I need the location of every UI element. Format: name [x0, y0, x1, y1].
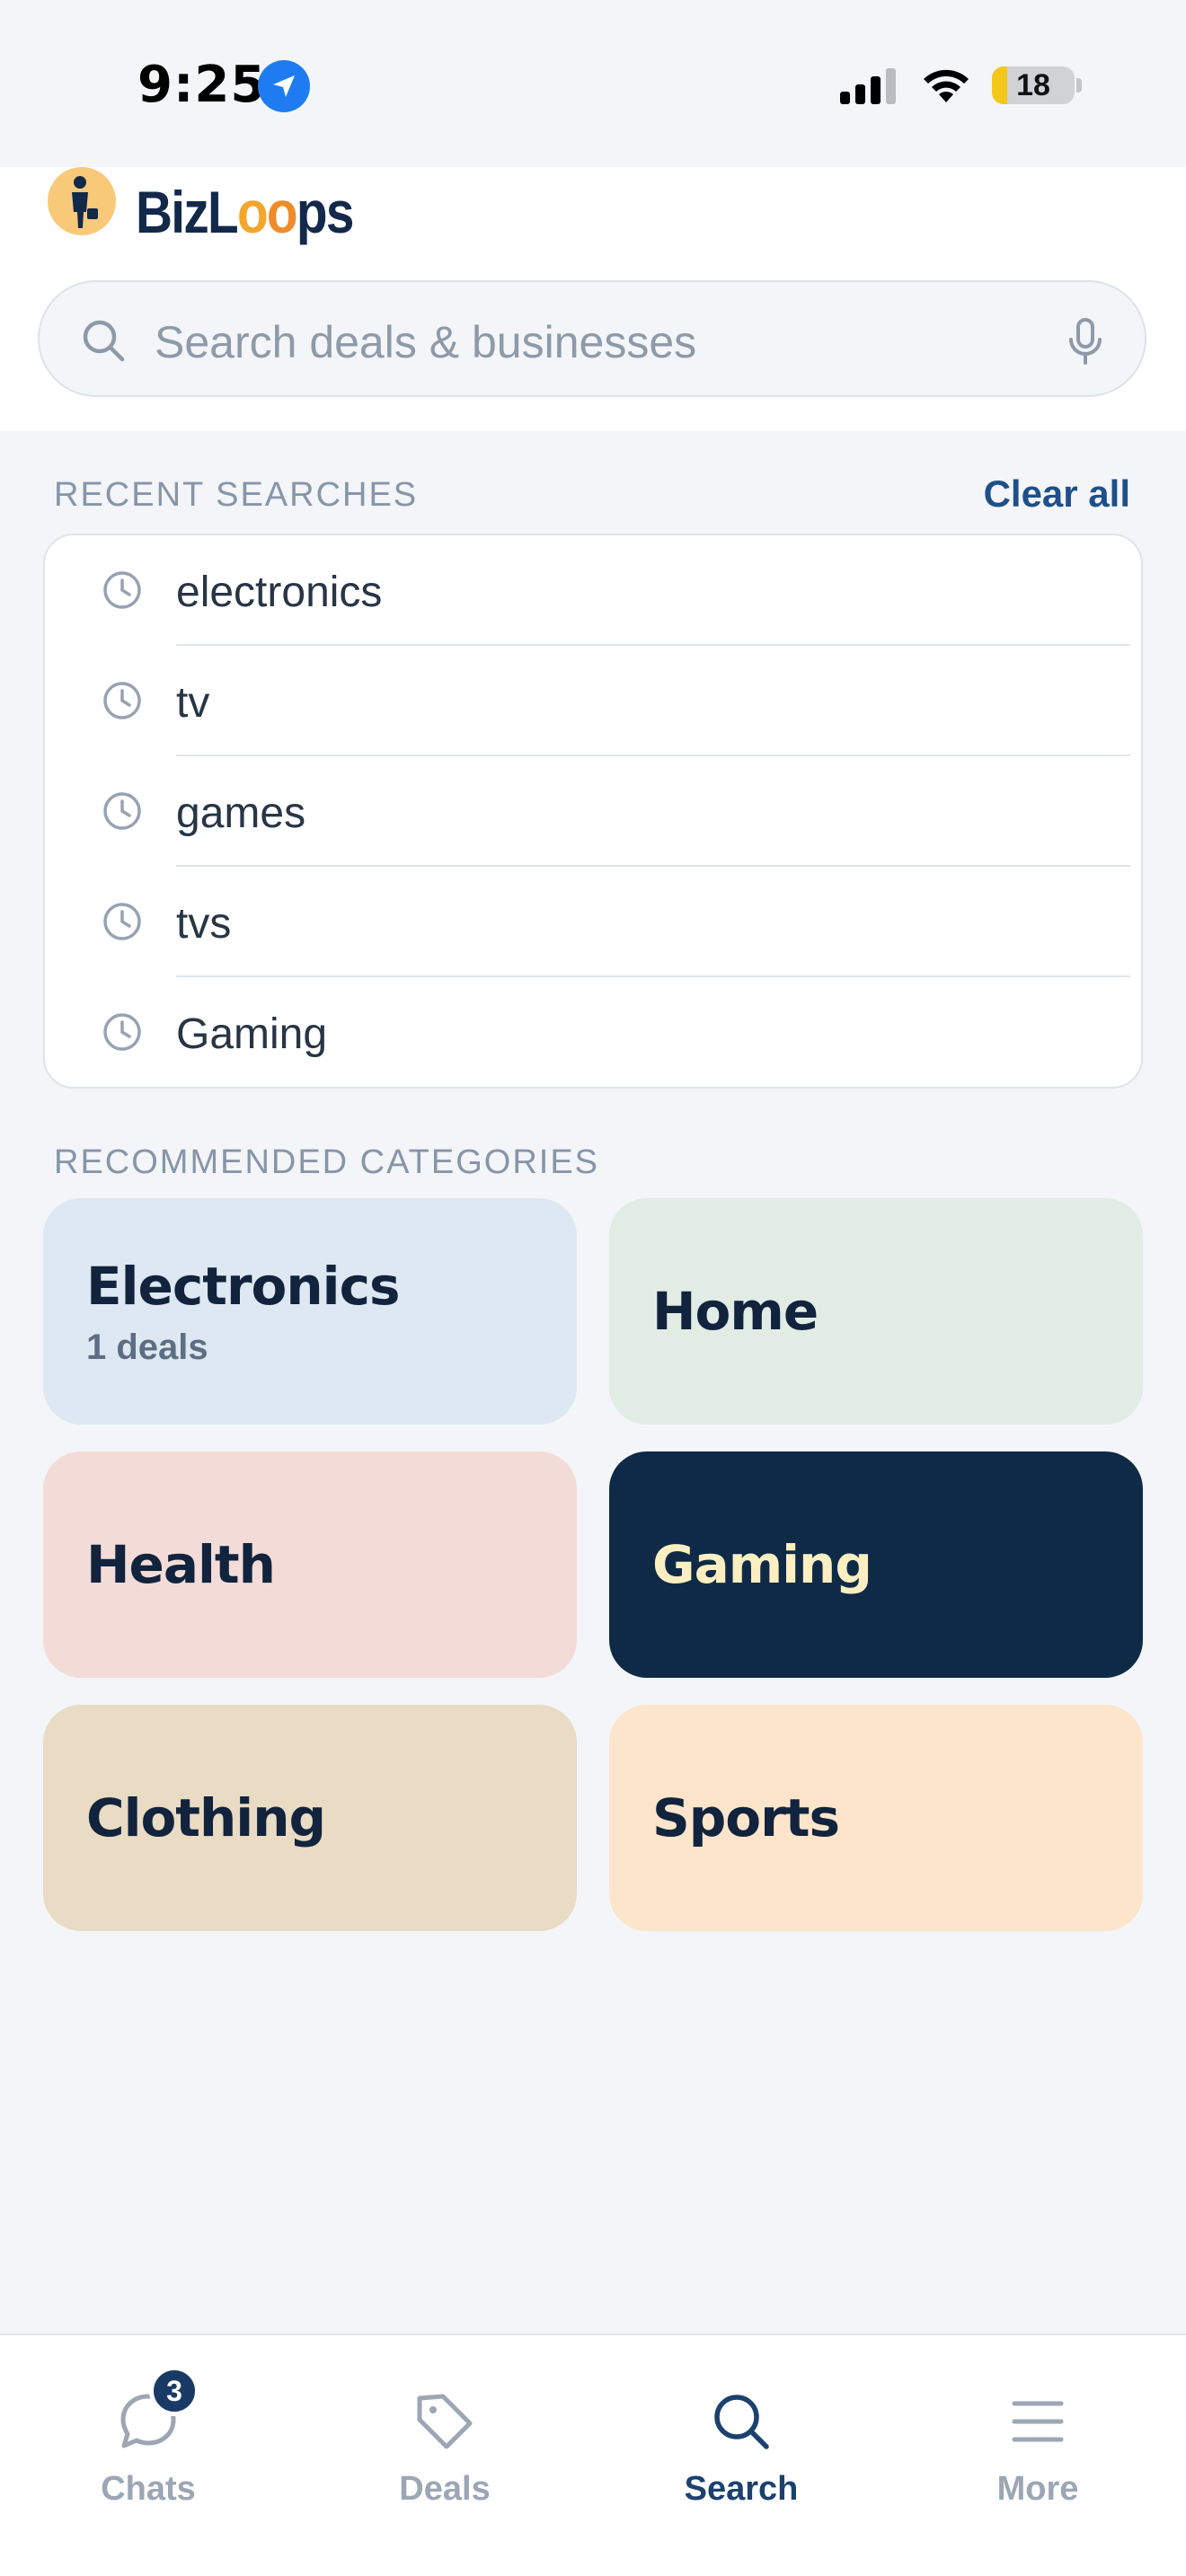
tab-chats[interactable]: 3 Chats	[0, 2335, 296, 2576]
app-logo-text: BizLoops	[136, 179, 354, 245]
wifi-icon	[924, 69, 969, 102]
category-tile-electronics[interactable]: Electronics 1 deals	[43, 1198, 577, 1425]
battery-cap	[1076, 78, 1082, 93]
category-name: Health	[86, 1534, 276, 1595]
tab-label: Search	[684, 2470, 799, 2508]
recent-search-label: tv	[176, 679, 210, 727]
category-tile-health[interactable]: Health	[43, 1451, 577, 1678]
category-name: Electronics	[86, 1256, 400, 1317]
category-tile-gaming[interactable]: Gaming	[609, 1451, 1143, 1678]
battery-level: 18	[1016, 68, 1050, 102]
category-name: Gaming	[652, 1534, 872, 1595]
category-name: Clothing	[86, 1787, 326, 1848]
recent-search-label: games	[176, 790, 306, 837]
tab-search[interactable]: Search	[593, 2335, 890, 2576]
recommended-categories-title: RECOMMENDED CATEGORIES	[54, 1143, 600, 1181]
recent-search-item[interactable]: Gaming	[45, 977, 1141, 1088]
microphone-icon[interactable]	[1067, 318, 1103, 365]
search-icon	[714, 2395, 769, 2449]
location-arrow-icon	[258, 60, 310, 112]
recent-search-label: Gaming	[176, 1010, 328, 1058]
search-icon	[83, 320, 125, 362]
search-screen: 9:25 18 BizLoops Search deals & business…	[0, 0, 1186, 2576]
category-name: Home	[652, 1281, 819, 1342]
clock-icon	[103, 1013, 141, 1051]
recent-search-item[interactable]: games	[45, 756, 1141, 867]
clear-all-button[interactable]: Clear all	[984, 472, 1130, 516]
status-time: 9:25	[137, 56, 267, 114]
unread-badge: 3	[149, 2366, 199, 2416]
category-tile-sports[interactable]: Sports	[609, 1705, 1143, 1931]
clock-icon	[103, 792, 141, 830]
recent-search-item[interactable]: tv	[45, 646, 1141, 756]
category-tile-clothing[interactable]: Clothing	[43, 1705, 577, 1931]
recent-search-item[interactable]: tvs	[45, 867, 1141, 977]
tab-label: More	[996, 2470, 1079, 2508]
tab-deals[interactable]: Deals	[296, 2335, 593, 2576]
businessman-logo-icon	[48, 167, 116, 235]
tab-label: Deals	[399, 2470, 491, 2508]
battery-icon: 18	[992, 66, 1075, 104]
tab-label: Chats	[101, 2470, 196, 2508]
recent-search-label: tvs	[176, 900, 232, 948]
status-bar: 9:25 18	[0, 0, 1186, 167]
menu-icon	[1012, 2401, 1064, 2442]
clock-icon	[103, 903, 141, 940]
tag-icon	[417, 2394, 473, 2449]
clock-icon	[103, 682, 141, 719]
search-input[interactable]: Search deals & businesses	[38, 280, 1146, 397]
category-deal-count: 1 deals	[86, 1328, 208, 1367]
category-tile-home[interactable]: Home	[609, 1198, 1143, 1425]
bottom-tab-bar: 3 Chats Deals Search More	[0, 2333, 1186, 2576]
search-placeholder: Search deals & businesses	[155, 317, 697, 367]
recent-searches-list: electronics tv games tvs Gaming	[43, 534, 1143, 1089]
app-header: BizLoops Search deals & businesses	[0, 167, 1186, 431]
recent-searches-title: RECENT SEARCHES	[54, 476, 419, 514]
clock-icon	[103, 571, 141, 609]
category-name: Sports	[652, 1787, 840, 1848]
tab-more[interactable]: More	[890, 2335, 1186, 2576]
cellular-signal-icon	[840, 68, 896, 104]
recent-search-item[interactable]: electronics	[45, 535, 1141, 646]
recent-search-label: electronics	[176, 569, 383, 616]
